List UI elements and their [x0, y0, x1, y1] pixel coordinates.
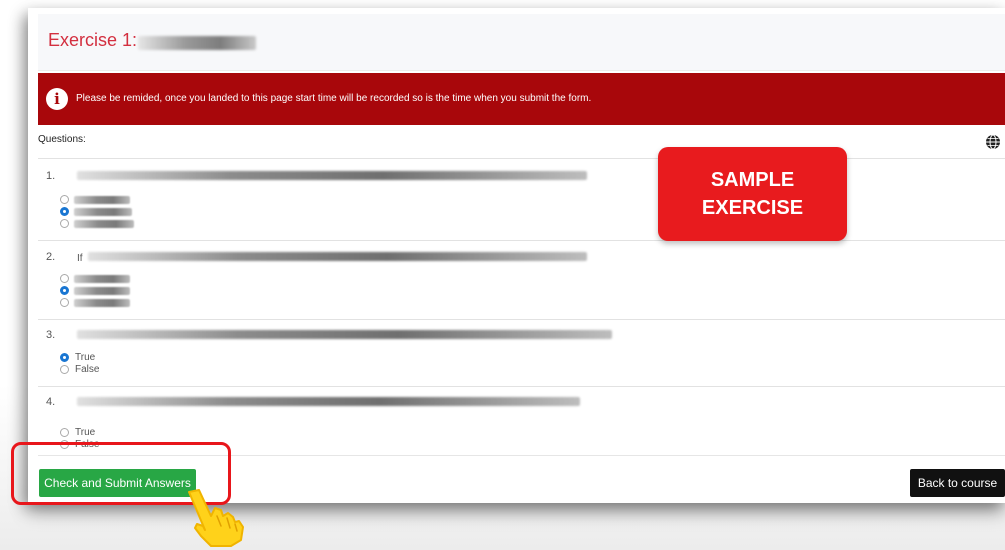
radio-button[interactable]: [60, 365, 69, 374]
badge-line-2: EXERCISE: [701, 197, 804, 219]
back-to-course-button[interactable]: Back to course: [910, 469, 1005, 497]
radio-button[interactable]: [60, 286, 69, 295]
question-text-redacted: [77, 171, 587, 180]
exercise-title-redacted: [138, 36, 256, 50]
radio-button[interactable]: [60, 298, 69, 307]
option-text-redacted: [74, 220, 134, 228]
exercise-title: Exercise 1:: [48, 30, 138, 50]
radio-button[interactable]: [60, 428, 69, 437]
sample-exercise-badge: SAMPLE EXERCISE: [658, 147, 847, 241]
question-text-redacted: [77, 397, 580, 406]
question-number: 4.: [46, 396, 56, 408]
hand-pointer-icon: [188, 489, 244, 547]
radio-button[interactable]: [60, 274, 69, 283]
radio-button[interactable]: [60, 353, 69, 362]
info-icon: i: [46, 88, 68, 110]
exercise-header: Exercise 1:: [38, 14, 1005, 71]
question-text-redacted: [77, 330, 612, 339]
question-number: 2.: [46, 251, 56, 263]
badge-line-1: SAMPLE: [710, 169, 795, 191]
radio-button[interactable]: [60, 219, 69, 228]
option-text-redacted: [74, 287, 130, 295]
question-item: 2. If: [38, 240, 1005, 320]
question-number: 1.: [46, 170, 56, 182]
radio-button[interactable]: [60, 195, 69, 204]
question-number: 3.: [46, 329, 56, 341]
option-label: True: [75, 352, 96, 363]
globe-icon[interactable]: [985, 134, 1001, 150]
notice-alert: i Please be remided, once you landed to …: [38, 73, 1005, 125]
option-label: True: [75, 427, 96, 438]
questions-list: 1. 2. If 3. True False 4. True False: [38, 158, 1005, 455]
option-text-redacted: [74, 196, 130, 204]
question-text-redacted: [88, 252, 587, 261]
alert-text: Please be remided, once you landed to th…: [76, 93, 592, 104]
option-text-redacted: [74, 299, 130, 307]
radio-button[interactable]: [60, 207, 69, 216]
question-item: 1.: [38, 159, 1005, 241]
questions-label: Questions:: [38, 134, 86, 145]
option-label: False: [75, 364, 100, 375]
question-item: 3. True False: [38, 319, 1005, 387]
exercise-page: Exercise 1: i Please be remided, once yo…: [28, 8, 1005, 503]
option-text-redacted: [74, 208, 132, 216]
option-text-redacted: [74, 275, 130, 283]
question-text-prefix: If: [77, 253, 83, 264]
